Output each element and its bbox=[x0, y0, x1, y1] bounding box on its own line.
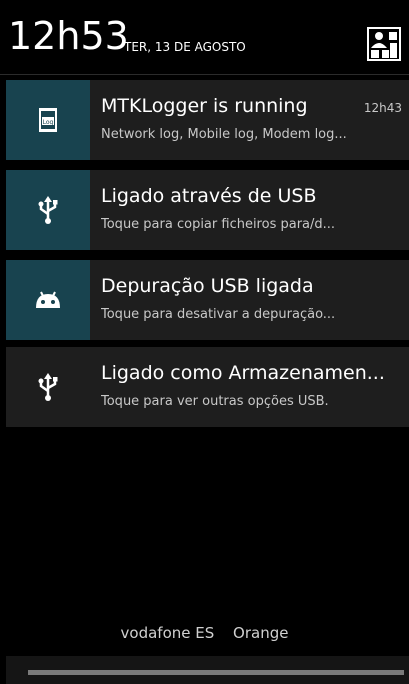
clock: 12h53 bbox=[8, 14, 129, 58]
notification-usb-storage[interactable]: Ligado como Armazenamen... Toque para ve… bbox=[6, 347, 409, 427]
notification-icon-box bbox=[6, 170, 90, 250]
drag-handle[interactable] bbox=[28, 670, 404, 675]
notification-subtitle: Toque para ver outras opções USB. bbox=[101, 394, 329, 409]
date-label: TER, 13 DE AGOSTO bbox=[124, 40, 246, 54]
notification-usb-connected[interactable]: Ligado através de USB Toque para copiar … bbox=[6, 170, 409, 250]
header-divider bbox=[0, 74, 409, 75]
notification-subtitle: Network log, Mobile log, Modem log... bbox=[101, 127, 347, 142]
carrier-label: vodafone ES bbox=[120, 624, 215, 642]
notification-subtitle: Toque para copiar ficheiros para/d... bbox=[101, 217, 336, 232]
notification-icon-box: Log bbox=[6, 80, 90, 160]
quick-settings-button[interactable] bbox=[367, 27, 401, 61]
notification-title: Ligado como Armazenamen... bbox=[101, 362, 385, 384]
notification-subtitle: Toque para desativar a depuração... bbox=[101, 307, 336, 322]
carrier-labels: vodafone ES Orange bbox=[0, 624, 409, 642]
quick-settings-icon bbox=[367, 27, 401, 61]
notification-icon-box bbox=[6, 347, 90, 427]
status-header: 12h53 TER, 13 DE AGOSTO bbox=[0, 0, 409, 74]
carrier-label: Orange bbox=[233, 624, 289, 642]
android-icon bbox=[36, 291, 60, 308]
usb-icon bbox=[38, 373, 58, 401]
usb-icon bbox=[38, 196, 58, 224]
notification-mtklogger[interactable]: Log MTKLogger is running 12h43 Network l… bbox=[6, 80, 409, 160]
notification-time: 12h43 bbox=[363, 101, 402, 115]
notification-title: Ligado através de USB bbox=[101, 185, 317, 207]
notification-title: MTKLogger is running bbox=[101, 95, 308, 117]
notification-icon-box bbox=[6, 260, 90, 340]
log-file-icon: Log bbox=[39, 108, 57, 132]
svg-text:Log: Log bbox=[43, 119, 54, 126]
drag-handle-bar[interactable] bbox=[6, 656, 409, 684]
notification-usb-debugging[interactable]: Depuração USB ligada Toque para desativa… bbox=[6, 260, 409, 340]
notification-title: Depuração USB ligada bbox=[101, 275, 314, 297]
